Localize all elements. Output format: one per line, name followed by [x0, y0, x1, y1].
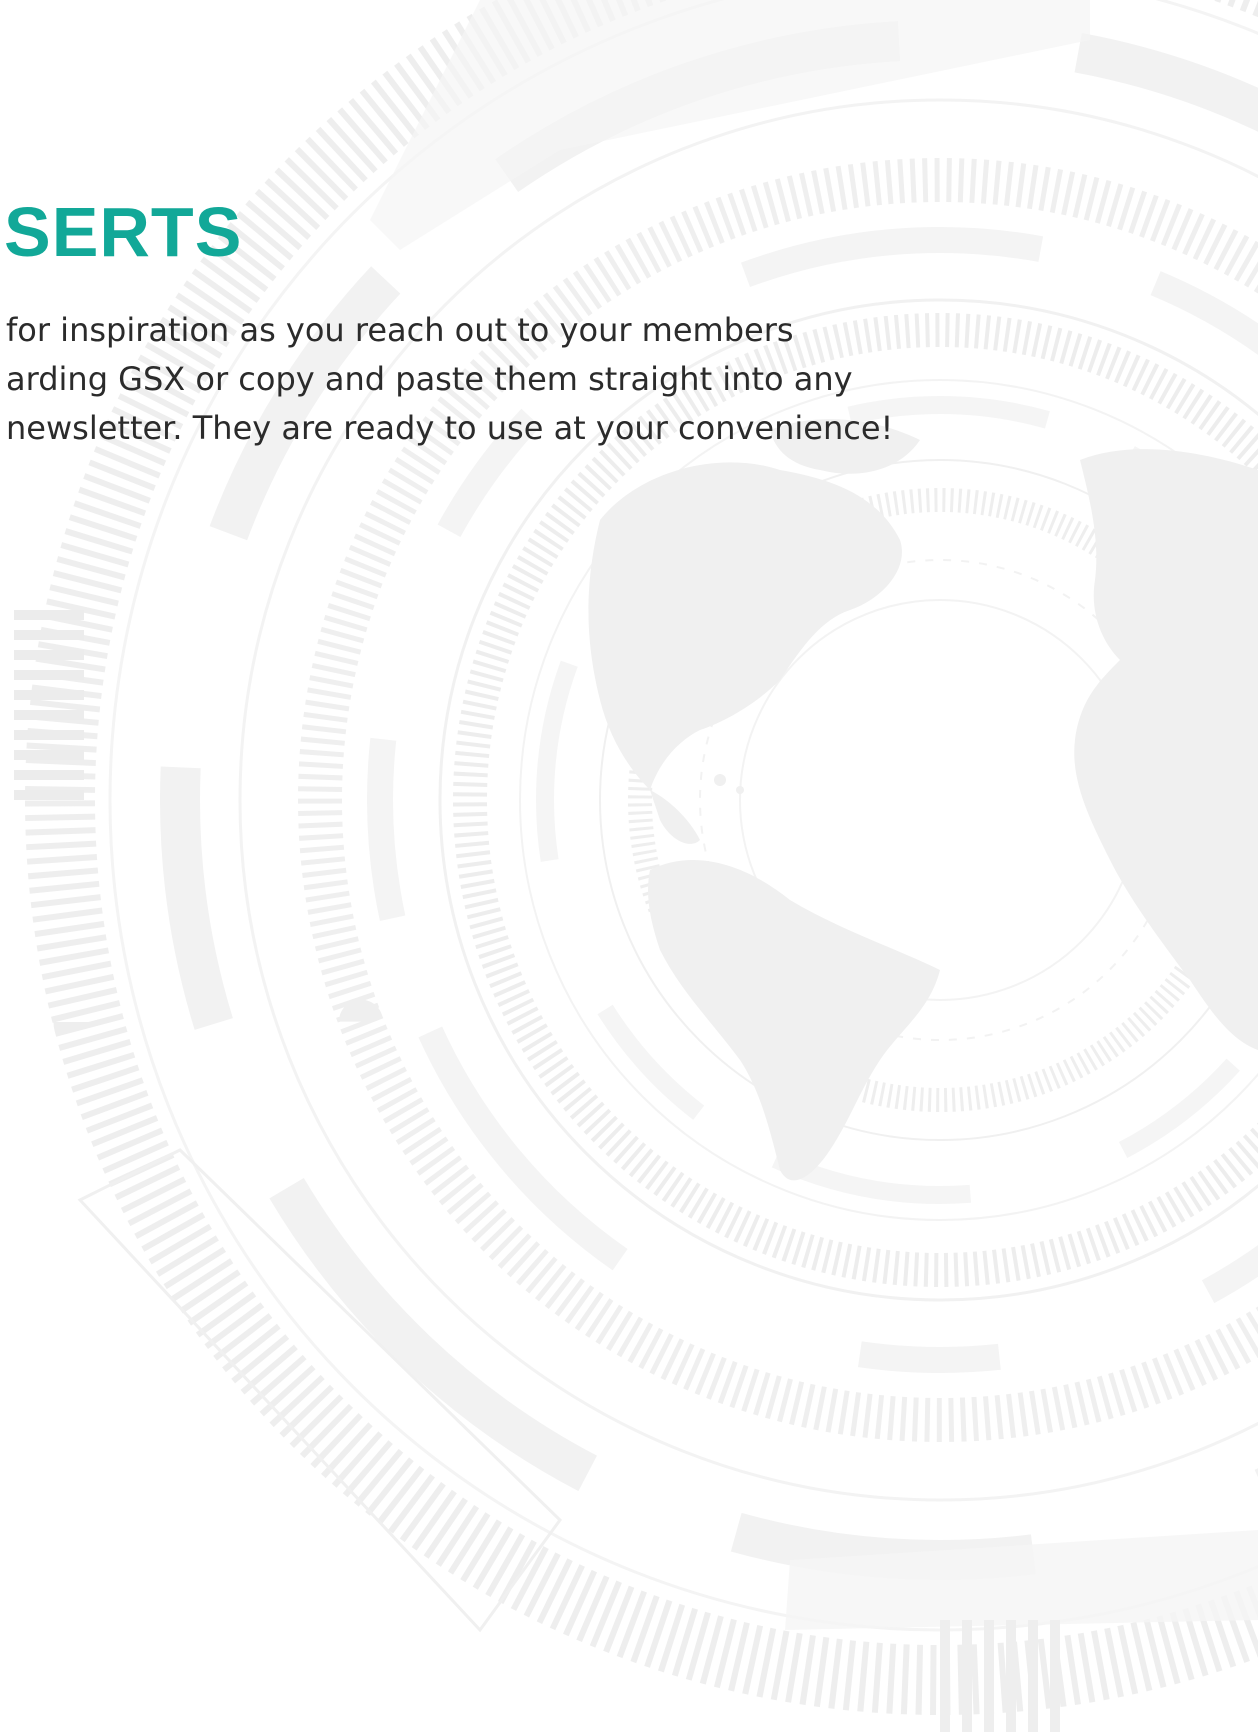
intro-line: newsletter. They are ready to use at you… [6, 409, 894, 447]
intro-line: for inspiration as you reach out to your… [6, 311, 794, 349]
intro-line: arding GSX or copy and paste them straig… [6, 360, 853, 398]
document-page: SERTS for inspiration as you reach out t… [0, 0, 1258, 1732]
intro-paragraph: for inspiration as you reach out to your… [6, 306, 893, 453]
section-heading: SERTS [4, 193, 243, 271]
